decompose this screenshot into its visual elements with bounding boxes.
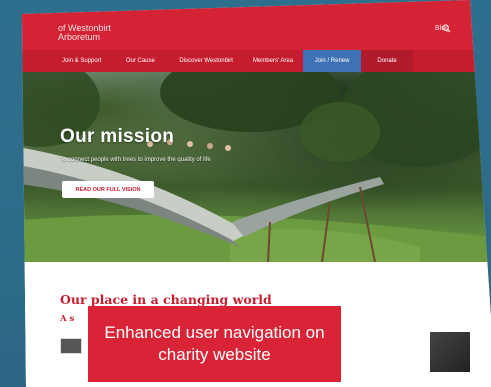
nav-join-renew[interactable]: Join / Renew <box>303 50 362 72</box>
article-thumbnail[interactable] <box>60 338 82 354</box>
hero-banner: Our mission To connect people with trees… <box>22 72 491 262</box>
nav-join-support[interactable]: Join & Support <box>52 50 111 72</box>
logo-line-2: Arboretum <box>58 32 101 42</box>
side-thumbnail[interactable] <box>430 332 470 372</box>
nav-our-cause[interactable]: Our Cause <box>111 50 169 72</box>
caption-line-2: charity website <box>158 345 271 364</box>
read-vision-button[interactable]: READ OUR FULL VISION <box>62 181 154 198</box>
nav-discover-westonbirt[interactable]: Discover Westonbirt <box>169 50 243 72</box>
treetop-walkway-image <box>22 72 491 262</box>
section-title: Our place in a changing world <box>60 292 272 307</box>
hero-subtitle: To connect people with trees to improve … <box>60 157 211 163</box>
site-logo[interactable]: of Westonbirt Arboretum <box>58 24 111 42</box>
hero-title: Our mission <box>60 126 175 147</box>
main-nav: Join & Support Our Cause Discover Weston… <box>22 50 491 72</box>
caption-banner: Enhanced user navigation on charity webs… <box>88 306 341 382</box>
nav-members-area[interactable]: Members' Area <box>243 50 303 72</box>
section-subtitle: A s <box>60 314 75 324</box>
search-icon[interactable] <box>442 24 451 33</box>
nav-donate[interactable]: Donate <box>361 50 414 72</box>
caption-line-1: Enhanced user navigation on <box>104 323 325 342</box>
